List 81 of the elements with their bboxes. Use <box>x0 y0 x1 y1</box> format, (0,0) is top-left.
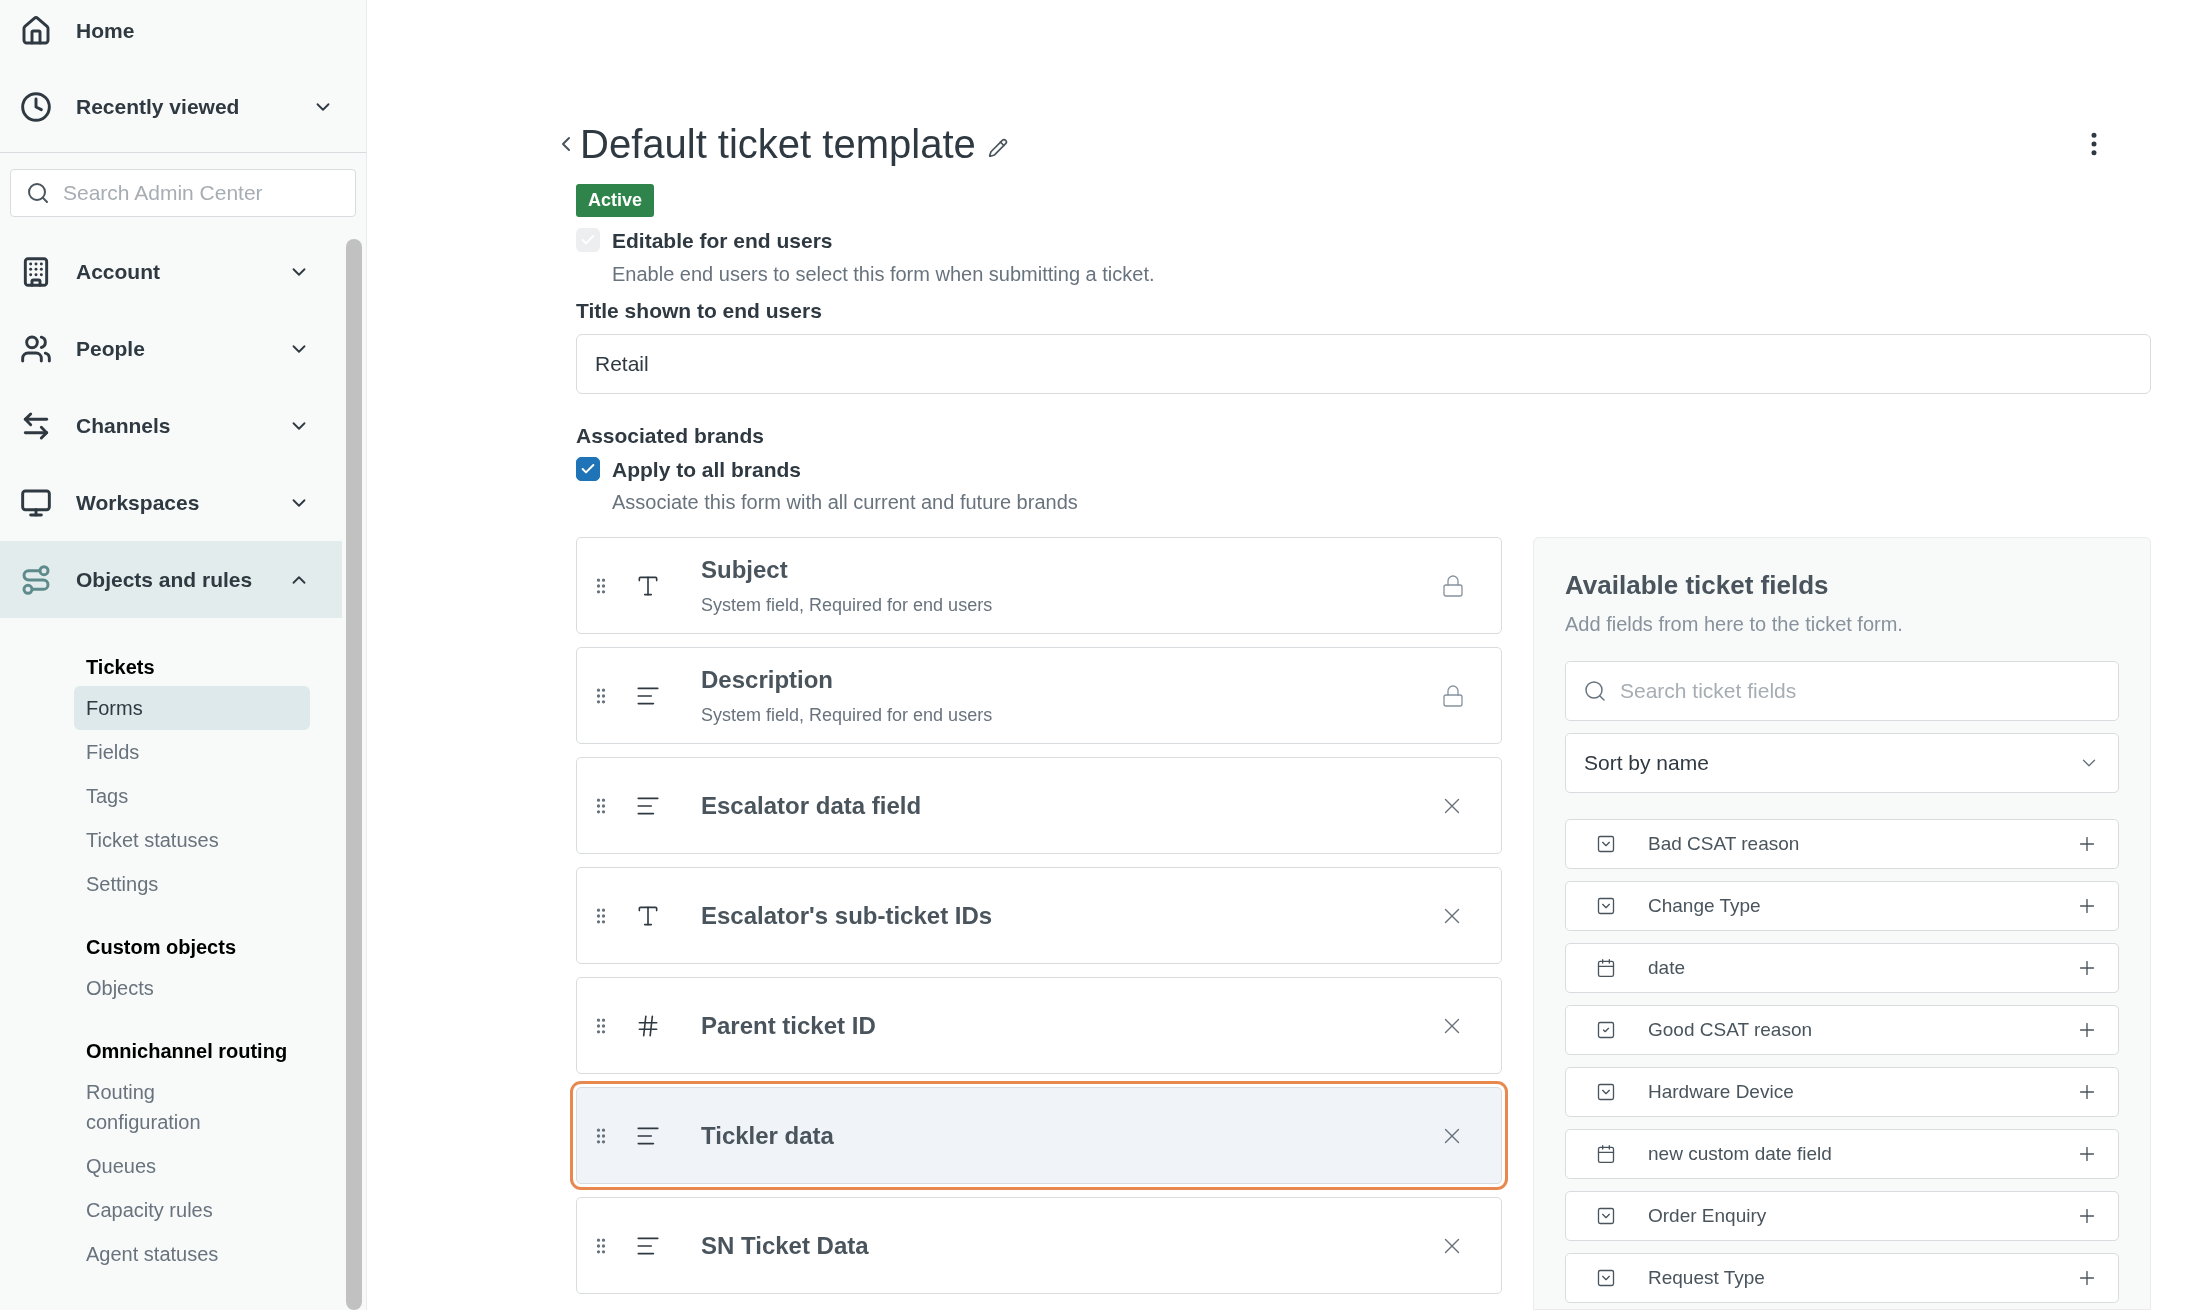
checkbox-icon <box>1596 1020 1616 1040</box>
sort-select[interactable]: Sort by name <box>1565 733 2119 793</box>
available-field[interactable]: Change Type <box>1565 881 2119 931</box>
checkbox-label: Apply to all brands <box>612 456 803 483</box>
section-heading: Tickets <box>85 655 156 680</box>
section-heading: Omnichannel routing <box>85 1039 289 1064</box>
checkbox-label: Editable for end users <box>612 228 834 254</box>
page-title: Default ticket template <box>580 121 976 168</box>
title-input[interactable]: Retail <box>576 334 2151 394</box>
available-field[interactable]: Bad CSAT reason <box>1565 819 2119 869</box>
nav-link[interactable]: Ticket statuses <box>74 818 310 862</box>
search-field[interactable]: Search Admin Center <box>10 169 356 217</box>
field-name: Good CSAT reason <box>1648 1017 1814 1042</box>
field-name: Request Type <box>1648 1265 1766 1290</box>
form-field-card[interactable]: Escalator data field <box>576 757 1502 854</box>
calendar-icon <box>1596 1144 1616 1164</box>
field-detail: System field, Required for end users <box>701 704 994 727</box>
lock-icon <box>1441 683 1465 708</box>
nav-item[interactable]: Home <box>0 0 366 62</box>
form-field-card[interactable]: Escalator's sub-ticket IDs <box>576 867 1502 964</box>
available-field[interactable]: new custom date field <box>1565 1129 2119 1179</box>
status-badge: Active <box>576 184 655 217</box>
available-field[interactable]: Order Enquiry <box>1565 1191 2119 1241</box>
lock-icon <box>1441 573 1465 598</box>
nav-link[interactable]: Queues <box>74 1144 310 1188</box>
field-name: Description <box>701 665 835 695</box>
nav-item[interactable]: People <box>0 310 342 387</box>
route-icon <box>20 563 52 596</box>
field-name: Escalator's sub-ticket IDs <box>701 900 994 931</box>
dropdown-icon <box>1596 1268 1616 1288</box>
available-field[interactable]: Hardware Device <box>1565 1067 2119 1117</box>
nav-link[interactable]: Fields <box>74 730 310 774</box>
field-name: Tickler data <box>701 1120 835 1151</box>
nav-link[interactable]: Objects <box>74 966 310 1010</box>
hint-text: Associate this form with all current and future brands <box>612 490 1078 515</box>
form-field-card[interactable]: Parent ticket ID <box>576 977 1502 1074</box>
nav-link[interactable]: Tags <box>74 774 310 818</box>
search-field[interactable]: Search ticket fields <box>1565 661 2119 721</box>
panel-subtitle: Add fields from here to the ticket form. <box>1565 612 1904 637</box>
field-name: Bad CSAT reason <box>1648 831 1801 856</box>
available-field[interactable]: Request Type <box>1565 1253 2119 1303</box>
nav-link[interactable]: Routing configuration <box>74 1070 310 1144</box>
form-field-card[interactable]: Description System field, Required for end users <box>576 647 1502 744</box>
field-name: new custom date field <box>1648 1141 1833 1166</box>
available-field[interactable]: Good CSAT reason <box>1565 1005 2119 1055</box>
nav-link[interactable]: Agent statuses <box>74 1232 310 1276</box>
nav-item[interactable]: Account <box>0 233 342 310</box>
home-icon <box>20 15 52 47</box>
nav-link[interactable]: Settings <box>74 862 310 906</box>
field-name: Change Type <box>1648 893 1762 918</box>
nav-link[interactable]: Forms <box>74 686 310 730</box>
field-name: Order Enquiry <box>1648 1203 1768 1228</box>
field-name: SN Ticket Data <box>701 1230 870 1261</box>
section-heading: Custom objects <box>85 935 238 960</box>
nav-item[interactable]: Channels <box>0 387 342 464</box>
nav-item[interactable]: Objects and rules <box>0 541 342 618</box>
field-name: Escalator data field <box>701 790 923 821</box>
available-field[interactable]: date <box>1565 943 2119 993</box>
calendar-icon <box>1596 958 1616 978</box>
nav-item[interactable]: Recently viewed <box>0 62 366 152</box>
field-name: Parent ticket ID <box>701 1010 877 1041</box>
nav-link[interactable]: Capacity rules <box>74 1188 310 1232</box>
field-name: Subject <box>701 555 789 585</box>
dropdown-icon <box>1596 896 1616 916</box>
nav-item[interactable]: Workspaces <box>0 464 342 541</box>
hint-text: Enable end users to select this form when submitting a ticket. <box>612 261 1155 287</box>
dropdown-icon <box>1596 1082 1616 1102</box>
field-detail: System field, Required for end users <box>701 594 994 617</box>
form-field-card[interactable]: SN Ticket Data <box>576 1197 1502 1294</box>
section-heading: Associated brands <box>576 423 765 449</box>
field-name: Hardware Device <box>1648 1079 1795 1104</box>
clock-icon <box>20 91 52 123</box>
panel-title: Available ticket fields <box>1565 569 1830 602</box>
dropdown-icon <box>1596 834 1616 854</box>
field-label: Title shown to end users <box>576 297 823 324</box>
scrollbar[interactable] <box>346 239 362 1310</box>
form-field-card[interactable]: Subject System field, Required for end users <box>576 537 1502 634</box>
dropdown-icon <box>1596 1206 1616 1226</box>
checkbox[interactable] <box>576 456 600 481</box>
field-name: date <box>1648 955 1686 980</box>
edit-icon[interactable] <box>987 138 1008 158</box>
